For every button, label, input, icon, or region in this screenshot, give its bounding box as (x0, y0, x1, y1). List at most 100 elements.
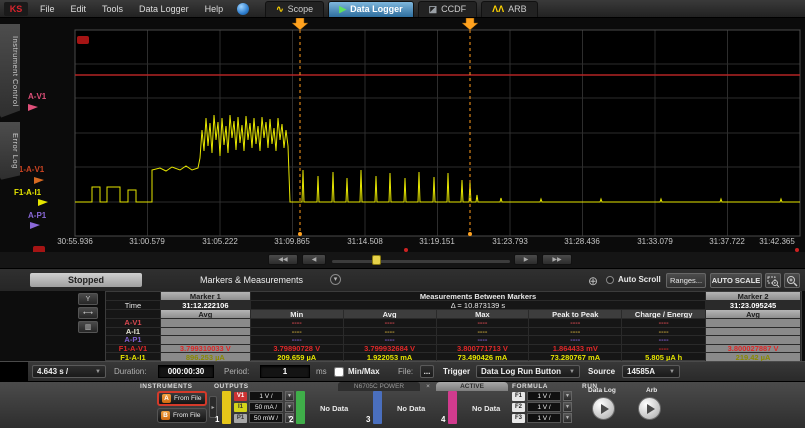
x-tick: 31:23.793 (482, 237, 538, 246)
x-tick: 31:09.865 (264, 237, 320, 246)
autoscale-button[interactable]: AUTO SCALE (710, 273, 762, 288)
cell: ---- (344, 336, 437, 345)
i1-range-arrow-icon[interactable]: ▼ (285, 402, 294, 412)
marker-tool-icon[interactable]: Y (78, 293, 98, 305)
scroll-thumb[interactable] (372, 255, 381, 265)
sidebar-tab-instrument-control[interactable]: Instrument Control (0, 24, 20, 118)
channel-3-number: 3 (366, 415, 370, 424)
tab-ccdf[interactable]: ◪ CCDF (418, 1, 478, 17)
instrument-tab[interactable]: N6705C POWER (338, 382, 420, 391)
auto-scroll-toggle[interactable] (606, 276, 614, 284)
a-p1-reference-arrow[interactable] (30, 222, 40, 229)
ranges-button[interactable]: Ranges... (666, 273, 706, 288)
p1-range-dropdown[interactable]: 50 mW / (249, 413, 283, 423)
trigger-dropdown[interactable]: Data Log Run Button▼ (476, 365, 580, 378)
scroll-back-button[interactable]: ◀ (302, 254, 326, 265)
scroll-fast-back-button[interactable]: ◀◀ (268, 254, 298, 265)
marker1-header[interactable]: Marker 1 (161, 292, 251, 301)
zoom-in-icon[interactable] (784, 273, 800, 288)
x-tick: 31:28.436 (554, 237, 610, 246)
period-field[interactable] (260, 365, 310, 378)
channel-1-bar[interactable] (222, 391, 231, 424)
timebase-dropdown[interactable]: 4.643 s /▼ (32, 365, 106, 378)
status-badge: Stopped (30, 273, 142, 287)
f3-tag[interactable]: F3 (512, 414, 525, 423)
menu-file[interactable]: File (40, 4, 55, 14)
minmax-checkbox[interactable] (334, 367, 344, 377)
col-min: Min (251, 310, 344, 319)
marker-span-icon[interactable]: ⟷ (78, 307, 98, 319)
v1-range-dropdown[interactable]: 1 V / (249, 391, 283, 401)
cell: ---- (529, 319, 622, 328)
chevron-down-icon[interactable]: ▾ (330, 274, 341, 285)
x-tick: 31:37.722 (699, 237, 755, 246)
f3-range-arrow-icon[interactable]: ▼ (563, 413, 572, 423)
channel-3-status: No Data (397, 404, 425, 413)
datalogger-chart[interactable]: A-V1 F1-A-V1 F1-A-I1 A-P1 30:55.936 31:0… (0, 18, 805, 252)
channel-4-status: No Data (472, 404, 500, 413)
marker1-time: 31:12.222106 (161, 301, 251, 310)
tab-data-logger[interactable]: ▶ Data Logger (328, 1, 413, 17)
f1-range-arrow-icon[interactable]: ▼ (563, 391, 572, 401)
v1-range-arrow-icon[interactable]: ▼ (285, 391, 294, 401)
instrument-b-label: From File (173, 412, 200, 419)
menu-data-logger[interactable]: Data Logger (139, 4, 189, 14)
a-v1-reference-arrow[interactable] (28, 104, 38, 111)
duration-field[interactable] (158, 365, 214, 378)
auto-scroll-label: Auto Scroll (618, 275, 661, 284)
f3-range-dropdown[interactable]: 1 V / (527, 413, 561, 423)
instrument-a-button[interactable]: A From File (157, 391, 207, 406)
menu-tools[interactable]: Tools (102, 4, 123, 14)
f2-tag[interactable]: F2 (512, 403, 525, 412)
channel-2-bar[interactable] (296, 391, 305, 424)
menubar: KS File Edit Tools Data Logger Help ∿ Sc… (0, 0, 805, 18)
columns-icon[interactable]: ▥ (78, 321, 98, 333)
menu-edit[interactable]: Edit (71, 4, 87, 14)
sidebar-tab-error-log[interactable]: Error Log (0, 122, 20, 180)
chart-scrollbar: ◀◀ ◀ ▶ ▶▶ (0, 252, 805, 268)
trace-label-f1-a-i1: F1-A-I1 (14, 188, 41, 197)
active-tab[interactable]: ACTIVE (436, 382, 508, 391)
channel-4-bar[interactable] (448, 391, 457, 424)
formula-f3-row: F3 1 V / ▼ (512, 413, 572, 423)
scroll-track[interactable] (332, 260, 510, 263)
channel-3-bar[interactable] (373, 391, 382, 424)
p1-tag: P1 (234, 414, 247, 423)
zoom-box-icon[interactable] (765, 273, 781, 288)
formula-f1-row: F1 1 V / ▼ (512, 391, 572, 401)
markers-delta: Δ = 10.873139 s (251, 301, 706, 310)
close-icon[interactable]: × (424, 382, 432, 391)
f1-a-i1-reference-arrow[interactable] (38, 199, 48, 206)
data-log-run-button[interactable] (592, 397, 615, 420)
x-tick: 31:05.222 (192, 237, 248, 246)
row-label: F1-A-V1 (106, 345, 161, 354)
tab-arb[interactable]: ΛΛ ARB (481, 1, 538, 17)
source-dropdown[interactable]: 14585A▼ (622, 365, 680, 378)
trigger-label: Trigger (443, 367, 470, 376)
f2-range-dropdown[interactable]: 1 V / (527, 402, 561, 412)
f1-a-v1-reference-arrow[interactable] (34, 177, 44, 184)
panel-title: Markers & Measurements (200, 275, 303, 285)
channel-1-v1-row: V1 1 V / ▼ (234, 391, 294, 401)
menu-help[interactable]: Help (205, 4, 224, 14)
cell: ---- (437, 328, 530, 337)
f2-range-arrow-icon[interactable]: ▼ (563, 402, 572, 412)
f1-range-dropdown[interactable]: 1 V / (527, 391, 561, 401)
table-row-a-v1: A-V1 ---- ---- ---- ---- ---- (106, 319, 801, 328)
scroll-fwd-button[interactable]: ▶ (514, 254, 538, 265)
crosshair-icon[interactable]: ⊕ (588, 274, 598, 288)
x-tick: 30:55.936 (47, 237, 103, 246)
scroll-fast-fwd-button[interactable]: ▶▶ (542, 254, 572, 265)
info-icon[interactable] (237, 3, 249, 15)
minmax-label: Min/Max (348, 367, 380, 376)
marker2-header[interactable]: Marker 2 (706, 292, 801, 301)
arb-run-button[interactable] (638, 397, 661, 420)
file-browse-button[interactable]: ... (420, 365, 434, 378)
f1-tag[interactable]: F1 (512, 392, 525, 401)
marker1-avg-colhead: Avg (161, 310, 251, 319)
i1-range-dropdown[interactable]: 50 mA / (249, 402, 283, 412)
tab-scope[interactable]: ∿ Scope (265, 1, 324, 17)
period-label: Period: (224, 367, 249, 376)
play-icon (601, 404, 609, 414)
instrument-b-button[interactable]: B From File (157, 408, 207, 423)
